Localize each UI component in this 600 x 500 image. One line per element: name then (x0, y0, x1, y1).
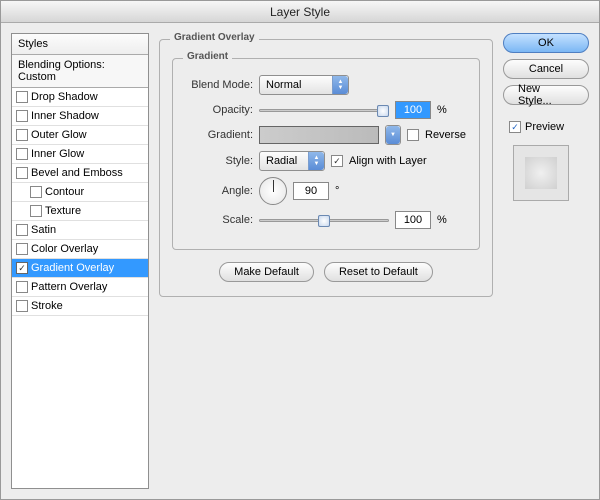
align-label: Align with Layer (349, 155, 427, 167)
sidebar-item-label: Bevel and Emboss (31, 167, 123, 179)
styles-header[interactable]: Styles (12, 34, 148, 55)
sidebar-item-contour[interactable]: Contour (12, 183, 148, 202)
angle-input[interactable]: 90 (293, 182, 329, 200)
sidebar-item-label: Gradient Overlay (31, 262, 114, 274)
dialog-title: Layer Style (1, 1, 599, 23)
reverse-checkbox[interactable] (407, 129, 419, 141)
blend-mode-label: Blend Mode: (185, 79, 253, 91)
angle-label: Angle: (185, 185, 253, 197)
angle-unit: ° (335, 185, 339, 197)
group-title-outer: Gradient Overlay (170, 32, 259, 43)
gradient-label: Gradient: (185, 129, 253, 141)
sidebar-item-label: Color Overlay (31, 243, 98, 255)
sidebar-item-label: Pattern Overlay (31, 281, 107, 293)
sidebar-item-label: Contour (45, 186, 84, 198)
effect-checkbox[interactable]: ✓ (16, 262, 28, 274)
gradient-overlay-group: Gradient Overlay Gradient Blend Mode: No… (159, 39, 493, 297)
sidebar-item-label: Texture (45, 205, 81, 217)
blend-mode-dropdown[interactable]: Normal ▲▼ (259, 75, 349, 95)
sidebar-item-label: Outer Glow (31, 129, 87, 141)
opacity-unit: % (437, 104, 447, 116)
scale-label: Scale: (185, 214, 253, 226)
effect-checkbox[interactable] (16, 224, 28, 236)
sidebar-item-label: Inner Glow (31, 148, 84, 160)
sidebar-item-drop-shadow[interactable]: Drop Shadow (12, 88, 148, 107)
effect-checkbox[interactable] (16, 91, 28, 103)
style-value: Radial (266, 155, 297, 167)
effect-checkbox[interactable] (16, 300, 28, 312)
opacity-slider[interactable] (259, 103, 389, 117)
effect-checkbox[interactable] (16, 243, 28, 255)
blend-mode-value: Normal (266, 79, 301, 91)
effect-checkbox[interactable] (30, 205, 42, 217)
chevron-updown-icon: ▲▼ (332, 76, 348, 94)
sidebar-item-bevel-and-emboss[interactable]: Bevel and Emboss (12, 164, 148, 183)
dialog-buttons: OK Cancel New Style... ✓ Preview (503, 33, 589, 489)
gradient-dropdown[interactable]: ▼ (385, 125, 401, 145)
effect-checkbox[interactable] (16, 110, 28, 122)
preview-checkbox[interactable]: ✓ (509, 121, 521, 133)
effect-checkbox[interactable] (30, 186, 42, 198)
sidebar-item-label: Stroke (31, 300, 63, 312)
angle-dial[interactable] (259, 177, 287, 205)
effect-checkbox[interactable] (16, 167, 28, 179)
sidebar-item-inner-glow[interactable]: Inner Glow (12, 145, 148, 164)
group-title-inner: Gradient (183, 51, 232, 62)
style-dropdown[interactable]: Radial ▲▼ (259, 151, 325, 171)
cancel-button[interactable]: Cancel (503, 59, 589, 79)
make-default-button[interactable]: Make Default (219, 262, 314, 282)
sidebar-item-outer-glow[interactable]: Outer Glow (12, 126, 148, 145)
effect-checkbox[interactable] (16, 148, 28, 160)
scale-unit: % (437, 214, 447, 226)
ok-button[interactable]: OK (503, 33, 589, 53)
chevron-down-icon: ▼ (386, 126, 400, 144)
preview-label: Preview (525, 121, 564, 133)
blending-options-item[interactable]: Blending Options: Custom (12, 55, 148, 88)
sidebar-item-label: Inner Shadow (31, 110, 99, 122)
styles-sidebar: Styles Blending Options: Custom Drop Sha… (11, 33, 149, 489)
scale-slider[interactable] (259, 213, 389, 227)
effect-checkbox[interactable] (16, 129, 28, 141)
effect-checkbox[interactable] (16, 281, 28, 293)
opacity-label: Opacity: (185, 104, 253, 116)
reset-default-button[interactable]: Reset to Default (324, 262, 433, 282)
sidebar-item-label: Drop Shadow (31, 91, 98, 103)
gradient-group: Gradient Blend Mode: Normal ▲▼ Opacity: (172, 58, 480, 250)
align-checkbox[interactable]: ✓ (331, 155, 343, 167)
reverse-label: Reverse (425, 129, 466, 141)
style-label: Style: (185, 155, 253, 167)
sidebar-item-color-overlay[interactable]: Color Overlay (12, 240, 148, 259)
sidebar-item-inner-shadow[interactable]: Inner Shadow (12, 107, 148, 126)
layer-style-dialog: Layer Style Styles Blending Options: Cus… (0, 0, 600, 500)
chevron-updown-icon: ▲▼ (308, 152, 324, 170)
sidebar-item-gradient-overlay[interactable]: ✓Gradient Overlay (12, 259, 148, 278)
sidebar-item-pattern-overlay[interactable]: Pattern Overlay (12, 278, 148, 297)
gradient-picker[interactable] (259, 126, 379, 144)
sidebar-item-satin[interactable]: Satin (12, 221, 148, 240)
settings-panel: Gradient Overlay Gradient Blend Mode: No… (159, 33, 493, 489)
sidebar-item-stroke[interactable]: Stroke (12, 297, 148, 316)
scale-input[interactable]: 100 (395, 211, 431, 229)
opacity-input[interactable]: 100 (395, 101, 431, 119)
preview-thumbnail (513, 145, 569, 201)
sidebar-item-texture[interactable]: Texture (12, 202, 148, 221)
sidebar-item-label: Satin (31, 224, 56, 236)
new-style-button[interactable]: New Style... (503, 85, 589, 105)
